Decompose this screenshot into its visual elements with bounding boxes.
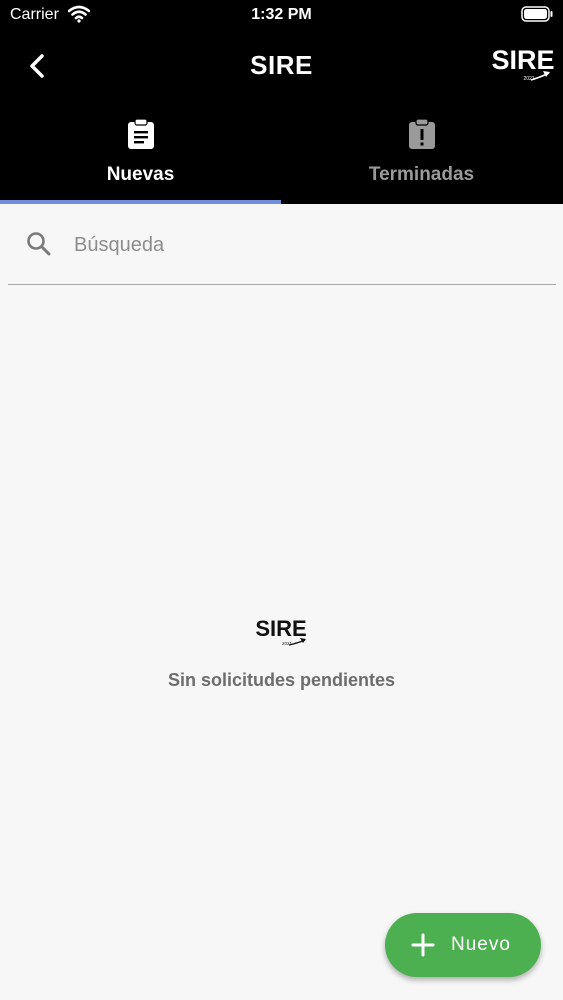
- fab-label: Nuevo: [451, 934, 511, 955]
- search-icon: [26, 231, 52, 262]
- svg-text:SIRE: SIRE: [255, 616, 306, 641]
- empty-state-message: Sin solicitudes pendientes: [167, 670, 396, 690]
- clipboard-alert-icon: [407, 118, 437, 155]
- tab-terminadas[interactable]: Terminadas: [281, 110, 562, 204]
- tab-nuevas[interactable]: Nuevas: [0, 110, 281, 204]
- tab-label: Nuevas: [106, 164, 175, 185]
- new-request-button[interactable]: Nuevo: [385, 913, 541, 977]
- search-input[interactable]: [72, 226, 536, 264]
- empty-state-logo: SIRE 2021: [249, 614, 313, 659]
- sire-logo: SIRE 2021: [489, 42, 557, 91]
- plus-icon: [411, 933, 435, 962]
- status-bar: Carrier 1:32 PM: [0, 0, 563, 30]
- svg-text:SIRE: SIRE: [491, 45, 554, 75]
- battery-icon: [521, 6, 553, 27]
- app-bar: SIRE SIRE 2021 Nuevas Terminadas: [0, 30, 563, 204]
- clipboard-icon: [126, 118, 156, 155]
- status-time: 1:32 PM: [251, 6, 312, 23]
- tab-label: Terminadas: [368, 164, 475, 185]
- page-title: SIRE: [250, 50, 313, 80]
- search-bar: [8, 204, 556, 285]
- tab-bar: Nuevas Terminadas: [0, 110, 563, 204]
